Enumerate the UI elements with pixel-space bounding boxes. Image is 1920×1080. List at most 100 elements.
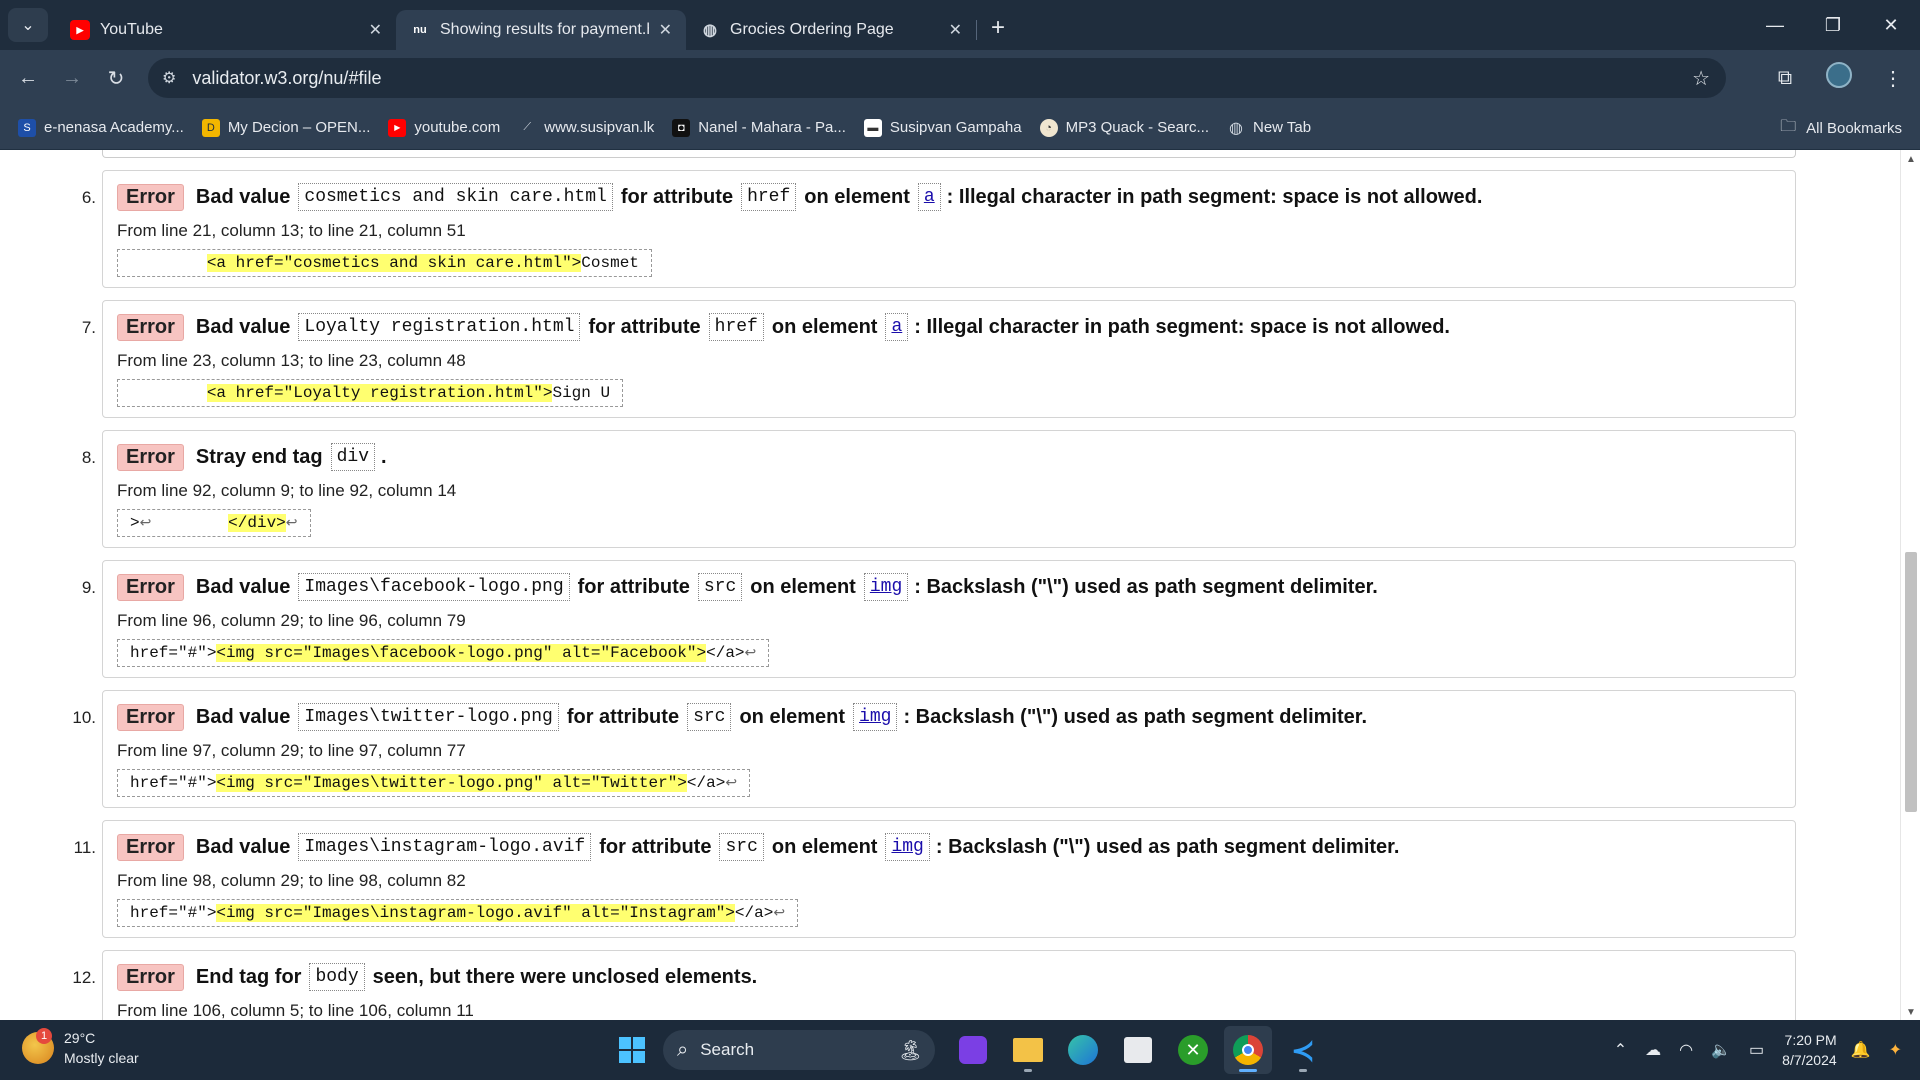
taskbar-search[interactable]: ⌕ Search 🏝 [663,1030,935,1070]
battery-icon[interactable]: ▭ [1749,1040,1764,1060]
minimize-icon[interactable]: — [1746,15,1804,36]
message-number: 8. [81,448,96,467]
url-text[interactable]: validator.w3.org/nu/#file [192,68,381,89]
highlighted-code: </div> [228,514,286,532]
code-value: src [719,833,764,861]
highlighted-code: <img src="Images\instagram-logo.avif" al… [216,904,735,922]
menu-kebab-icon[interactable]: ⋮ [1866,66,1920,91]
scroll-up-icon[interactable]: ▲ [1901,154,1920,165]
window-controls: — ❐ ✕ [1746,0,1920,50]
all-bookmarks-button[interactable]: 🗀 All Bookmarks [1780,106,1902,150]
clock-date: 8/7/2024 [1782,1052,1837,1068]
tab-title: Grocies Ordering Page [730,21,894,38]
message-number: 12. [72,968,96,987]
element-link[interactable]: a [917,183,941,211]
code-value: Images\instagram-logo.avif [298,833,592,861]
address-bar[interactable]: ⚙ validator.w3.org/nu/#file ☆ [148,58,1726,98]
vscode-icon[interactable]: ≺ [1279,1026,1327,1074]
copilot-tray-icon[interactable]: ✦ [1889,1040,1902,1060]
message-fragment: for attribute [620,185,734,208]
forward-icon[interactable]: → [50,67,94,90]
message-number: 6. [81,188,96,207]
error-badge: Error [117,703,184,731]
scroll-down-icon[interactable]: ▼ [1901,1007,1920,1018]
line-break-icon: ↩ [285,515,298,532]
reload-icon[interactable]: ↻ [94,66,138,91]
bookmark-item[interactable]: ◍ New Tab [1227,119,1311,137]
onedrive-icon[interactable]: ☁ [1645,1040,1661,1060]
source-location: From line 97, column 29; to line 97, col… [117,741,466,760]
bookmark-item[interactable]: D My Decion – OPEN... [201,118,371,137]
bookmark-label: Susipvan Gampaha [889,119,1022,136]
vertical-scrollbar[interactable]: ▲ ▼ [1900,150,1920,1020]
tab-grocies[interactable]: ◍ Grocies Ordering Page ✕ [686,10,976,50]
enenasa-icon: S [18,118,36,137]
start-icon[interactable] [608,1026,656,1074]
bookmark-label: e-nenasa Academy... [44,119,184,136]
message-fragment: for attribute [566,705,680,728]
weather-widget[interactable]: 1 29°C Mostly clear [22,1028,139,1068]
profile-avatar[interactable] [1812,62,1866,94]
volume-icon[interactable]: 🔈 [1711,1040,1731,1060]
restore-icon[interactable]: ❐ [1804,15,1862,36]
code-value: src [687,703,732,731]
message-number: 7. [81,318,96,337]
bookmark-item[interactable]: ◘ Nanel - Mahara - Pa... [672,118,846,137]
message-fragment: Bad value [195,575,291,598]
element-link[interactable]: a [885,313,909,341]
bookmark-item[interactable]: ▶ youtube.com [388,118,501,137]
susipvan-icon: ⟋ [523,121,532,133]
message-fragment: : Backslash ("\") used as path segment d… [914,575,1378,598]
chrome-icon[interactable] [1224,1026,1272,1074]
message-fragment: : Backslash ("\") used as path segment d… [935,835,1400,858]
message-fragment: on element [750,575,856,598]
message-text: Error Stray end tag div. [117,443,387,471]
tab-validator[interactable]: nu Showing results for payment.ht ✕ [396,10,686,50]
bookmark-label: My Decion – OPEN... [227,119,371,136]
bookmark-item[interactable]: ⟋ www.susipvan.lk [518,119,654,137]
copilot-icon[interactable] [949,1026,997,1074]
message-fragment: Bad value [195,705,291,728]
notification-bell-icon[interactable]: 🔔 [1851,1040,1871,1060]
code-extract: > ↩ </div> ↩ [117,509,311,537]
back-icon[interactable]: ← [6,67,50,90]
line-break-icon: ↩ [744,645,757,662]
store-icon[interactable] [1114,1026,1162,1074]
weather-icon: 1 [22,1028,54,1064]
message-fragment: for attribute [577,575,690,598]
bookmark-item[interactable]: ▬ Susipvan Gampaha [863,118,1022,137]
element-link[interactable]: img [853,703,898,731]
chevron-up-icon[interactable]: ⌃ [1614,1040,1627,1060]
site-info-icon[interactable]: ⚙ [162,68,176,88]
wifi-icon[interactable]: ◠ [1679,1040,1693,1060]
element-link[interactable]: img [885,833,930,861]
message-text: Error Bad value cosmetics and skin care.ht… [117,183,1482,211]
message-fragment: on element [804,185,910,208]
bookmark-star-icon[interactable]: ☆ [1692,66,1710,91]
close-window-icon[interactable]: ✕ [1862,15,1920,36]
code-extract: href="#"> <img src="Images\twitter-logo.p… [117,769,751,797]
bookmark-label: Nanel - Mahara - Pa... [698,119,846,136]
bookmark-item[interactable]: Se-nenasa Academy... [18,118,184,137]
bookmark-item[interactable]: ◔ MP3 Quack - Searc... [1039,118,1209,137]
message-fragment: : Illegal character in path segment: spa… [946,185,1483,208]
clock[interactable]: 7:20 PM 8/7/2024 [1782,1030,1837,1070]
bookmark-label: youtube.com [414,119,501,136]
new-tab-icon[interactable]: + [991,14,1005,42]
message-fragment: on element [771,835,878,858]
source-location: From line 106, column 5; to line 106, co… [117,1001,474,1020]
element-link[interactable]: img [863,573,909,601]
edge-icon[interactable] [1059,1026,1107,1074]
extract-text: Cosmet [581,254,639,272]
tab-strip: ⌄ ▶ YouTube ✕ nu Showing results for pay… [0,0,1920,50]
scrollbar-thumb[interactable] [1905,552,1917,812]
extract-text [151,514,228,532]
tab-youtube[interactable]: ▶ YouTube ✕ [56,10,396,50]
xbox-icon[interactable]: ✕ [1169,1026,1217,1074]
close-tab-icon[interactable]: ✕ [949,20,962,40]
file-explorer-icon[interactable] [1004,1026,1052,1074]
extensions-icon[interactable]: ⧉ [1758,67,1812,90]
close-tab-icon[interactable]: ✕ [369,20,382,40]
close-tab-icon[interactable]: ✕ [659,20,672,40]
tab-search-button[interactable]: ⌄ [8,8,48,42]
